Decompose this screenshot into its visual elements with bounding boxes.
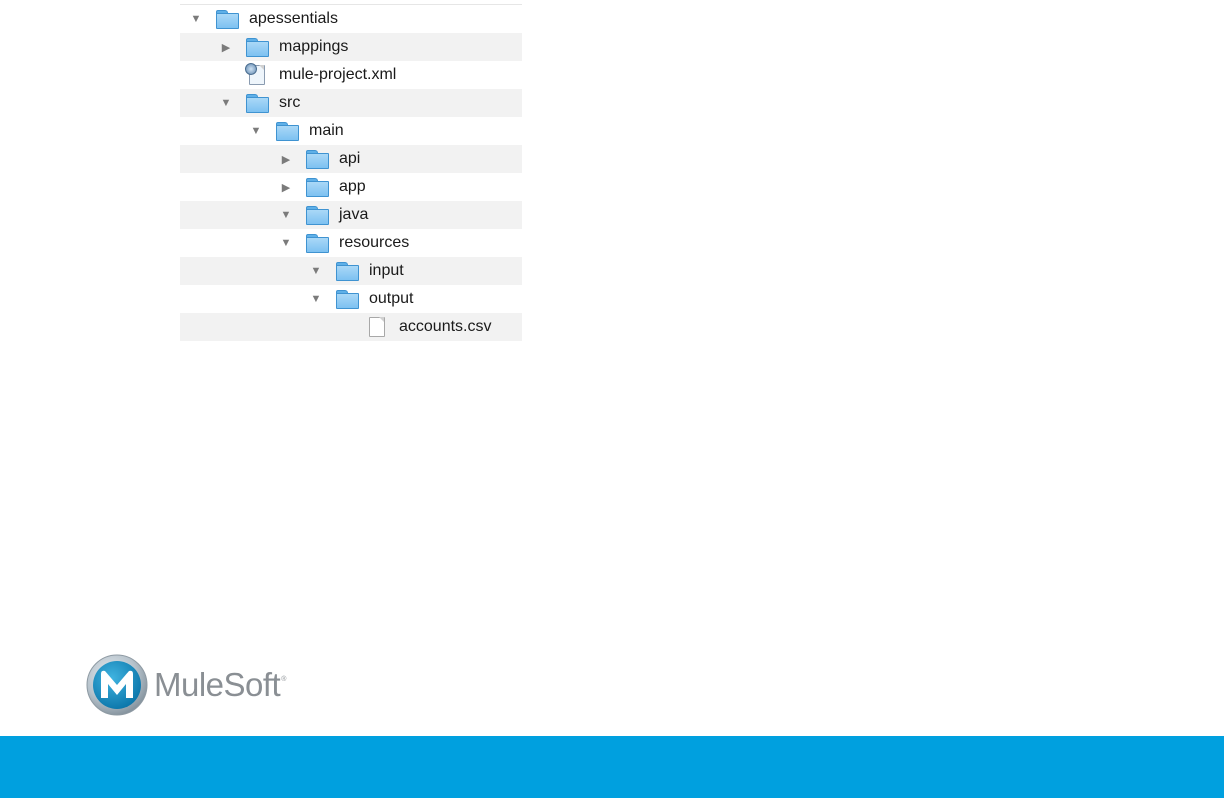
folder-icon: [336, 261, 359, 281]
folder-icon: [216, 9, 239, 29]
tree-row-label: apessentials: [249, 10, 338, 27]
mulesoft-logo-icon: [86, 654, 148, 716]
tree-row-label: output: [369, 290, 414, 307]
expanded-triangle-icon[interactable]: ▼: [186, 9, 206, 29]
tree-row-input[interactable]: ▼ input: [180, 257, 522, 285]
tree-row-label: resources: [339, 234, 410, 251]
collapsed-triangle-icon[interactable]: ▶: [276, 177, 296, 197]
tree-row-mappings[interactable]: ▶ mappings: [180, 33, 522, 61]
tree-row-label: app: [339, 178, 366, 195]
tree-row-api[interactable]: ▶ api: [180, 145, 522, 173]
expanded-triangle-icon[interactable]: ▼: [306, 261, 326, 281]
tree-row-output[interactable]: ▼ output: [180, 285, 522, 313]
expanded-triangle-icon[interactable]: ▼: [276, 233, 296, 253]
folder-icon: [306, 149, 329, 169]
document-icon: [369, 317, 385, 337]
folder-icon: [306, 205, 329, 225]
tree-row-mule-project-xml[interactable]: ▶ mule-project.xml: [180, 61, 522, 89]
no-twisty-spacer: ▶: [216, 65, 236, 85]
tree-row-label: java: [339, 206, 369, 223]
project-file-tree: ▼ apessentials ▶ mappings ▶ mule-project…: [180, 4, 522, 341]
tree-row-resources[interactable]: ▼ resources: [180, 229, 522, 257]
expanded-triangle-icon[interactable]: ▼: [216, 93, 236, 113]
mule-config-file-icon: [245, 63, 265, 85]
expanded-triangle-icon[interactable]: ▼: [246, 121, 266, 141]
collapsed-triangle-icon[interactable]: ▶: [216, 37, 236, 57]
tree-row-label: input: [369, 262, 404, 279]
folder-icon: [306, 233, 329, 253]
tree-row-src[interactable]: ▼ src: [180, 89, 522, 117]
tree-row-label: accounts.csv: [399, 318, 492, 335]
folder-icon: [276, 121, 299, 141]
tree-row-label: mule-project.xml: [279, 66, 397, 83]
folder-icon: [246, 37, 269, 57]
tree-row-apessentials[interactable]: ▼ apessentials: [180, 5, 522, 33]
tree-row-label: src: [279, 94, 301, 111]
expanded-triangle-icon[interactable]: ▼: [276, 205, 296, 225]
footer-accent-bar: [0, 736, 1224, 798]
folder-icon: [306, 177, 329, 197]
tree-row-accounts-csv[interactable]: accounts.csv: [180, 313, 522, 341]
tree-row-label: api: [339, 150, 361, 167]
tree-row-label: main: [309, 122, 344, 139]
folder-icon: [336, 289, 359, 309]
logo-wordmark: MuleSoft®: [154, 666, 286, 703]
folder-icon: [246, 93, 269, 113]
tree-row-main[interactable]: ▼ main: [180, 117, 522, 145]
collapsed-triangle-icon[interactable]: ▶: [276, 149, 296, 169]
slide-page: ▼ apessentials ▶ mappings ▶ mule-project…: [0, 0, 1224, 798]
tree-row-java[interactable]: ▼ java: [180, 201, 522, 229]
tree-row-label: mappings: [279, 38, 349, 55]
expanded-triangle-icon[interactable]: ▼: [306, 289, 326, 309]
tree-row-app[interactable]: ▶ app: [180, 173, 522, 201]
mulesoft-logo: MuleSoft®: [86, 654, 286, 716]
